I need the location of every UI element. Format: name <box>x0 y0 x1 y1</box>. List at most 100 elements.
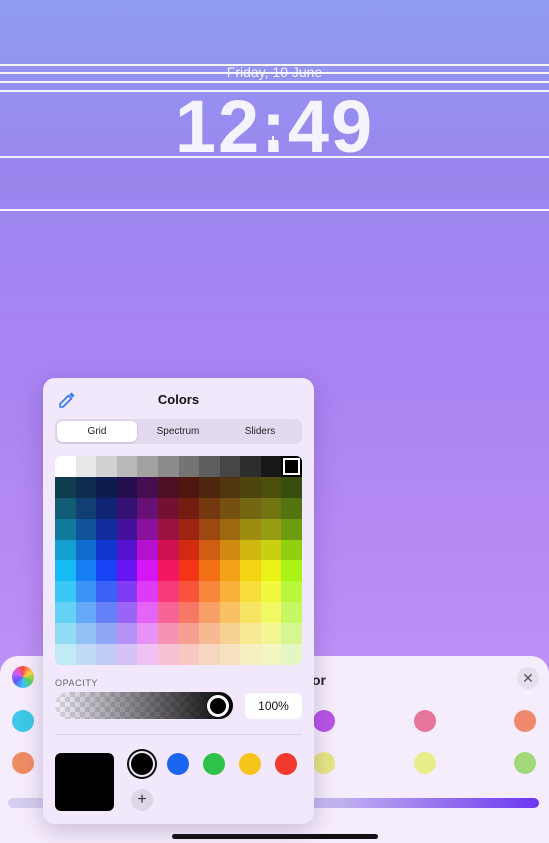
color-grid-cell[interactable] <box>55 602 76 624</box>
color-grid-cell[interactable] <box>75 497 97 519</box>
tab-sliders[interactable]: Sliders <box>220 421 300 442</box>
color-grid-cell[interactable] <box>75 476 97 498</box>
color-grid-cell[interactable] <box>75 644 97 665</box>
color-grid-cell[interactable] <box>260 476 282 498</box>
color-grid-cell[interactable] <box>96 497 117 519</box>
color-grid-cell[interactable] <box>178 456 200 477</box>
color-grid-cell[interactable] <box>219 497 241 519</box>
color-wheel-icon[interactable] <box>12 666 34 688</box>
color-grid-cell[interactable] <box>96 539 117 561</box>
color-grid-cell[interactable] <box>260 602 282 624</box>
color-grid-cell[interactable] <box>199 581 220 603</box>
color-grid-cell[interactable] <box>137 644 158 665</box>
color-grid-cell[interactable] <box>178 560 200 582</box>
color-grid-cell[interactable] <box>240 602 261 624</box>
color-grid[interactable] <box>55 456 302 665</box>
tab-grid[interactable]: Grid <box>57 421 137 442</box>
color-grid-cell[interactable] <box>137 539 158 561</box>
color-grid-cell[interactable] <box>157 623 179 645</box>
color-grid-cell[interactable] <box>281 518 302 540</box>
color-grid-cell[interactable] <box>281 581 302 603</box>
color-grid-cell[interactable] <box>137 623 158 645</box>
tab-spectrum[interactable]: Spectrum <box>138 421 218 442</box>
color-grid-cell[interactable] <box>199 623 220 645</box>
color-grid-cell[interactable] <box>75 456 97 477</box>
sheet-color-swatch[interactable] <box>313 710 335 732</box>
lock-clock[interactable]: 12:49 <box>0 84 549 169</box>
sheet-color-swatch[interactable] <box>12 752 34 774</box>
opacity-value-field[interactable]: 100% <box>245 693 302 719</box>
color-grid-cell[interactable] <box>281 560 302 582</box>
color-grid-cell[interactable] <box>260 518 282 540</box>
color-grid-cell[interactable] <box>260 644 282 665</box>
color-grid-cell[interactable] <box>116 644 138 665</box>
color-grid-cell[interactable] <box>281 476 302 498</box>
color-grid-cell[interactable] <box>219 581 241 603</box>
color-grid-cell[interactable] <box>157 456 179 477</box>
color-grid-cell[interactable] <box>178 497 200 519</box>
color-grid-cell[interactable] <box>178 602 200 624</box>
color-grid-cell[interactable] <box>219 644 241 665</box>
color-grid-cell[interactable] <box>96 623 117 645</box>
color-grid-cell[interactable] <box>240 560 261 582</box>
color-grid-cell[interactable] <box>116 581 138 603</box>
favorite-color-swatch[interactable] <box>275 753 297 775</box>
color-grid-cell[interactable] <box>116 476 138 498</box>
close-icon[interactable]: ✕ <box>517 667 539 689</box>
color-grid-cell[interactable] <box>219 539 241 561</box>
color-grid-cell[interactable] <box>260 560 282 582</box>
color-grid-cell[interactable] <box>55 518 76 540</box>
color-grid-cell[interactable] <box>55 560 76 582</box>
color-grid-cell[interactable] <box>55 497 76 519</box>
color-grid-cell[interactable] <box>75 518 97 540</box>
color-grid-cell[interactable] <box>116 518 138 540</box>
lock-date[interactable]: Friday, 10 June <box>0 64 549 80</box>
color-grid-cell[interactable] <box>116 602 138 624</box>
color-grid-cell[interactable] <box>137 456 158 477</box>
color-grid-cell[interactable] <box>260 581 282 603</box>
color-grid-cell[interactable] <box>240 518 261 540</box>
add-favorite-button[interactable]: + <box>131 789 153 811</box>
color-grid-cell[interactable] <box>281 602 302 624</box>
sheet-color-swatch[interactable] <box>514 710 536 732</box>
color-grid-cell[interactable] <box>75 623 97 645</box>
color-grid-cell[interactable] <box>219 602 241 624</box>
color-grid-cell[interactable] <box>178 644 200 665</box>
sheet-color-swatch[interactable] <box>313 752 335 774</box>
color-grid-cell[interactable] <box>137 560 158 582</box>
color-grid-cell[interactable] <box>240 476 261 498</box>
color-grid-cell[interactable] <box>137 581 158 603</box>
color-grid-cell[interactable] <box>55 456 76 477</box>
color-grid-cell[interactable] <box>137 602 158 624</box>
color-grid-cell[interactable] <box>96 456 117 477</box>
color-grid-cell[interactable] <box>199 456 220 477</box>
sheet-color-swatch[interactable] <box>414 752 436 774</box>
color-grid-cell[interactable] <box>240 539 261 561</box>
color-grid-cell[interactable] <box>199 602 220 624</box>
color-grid-cell[interactable] <box>55 539 76 561</box>
color-grid-cell[interactable] <box>281 456 302 477</box>
color-grid-cell[interactable] <box>96 518 117 540</box>
color-grid-cell[interactable] <box>157 539 179 561</box>
color-grid-cell[interactable] <box>260 539 282 561</box>
color-grid-cell[interactable] <box>96 560 117 582</box>
color-grid-cell[interactable] <box>240 497 261 519</box>
sheet-color-swatch[interactable] <box>414 710 436 732</box>
color-grid-cell[interactable] <box>75 602 97 624</box>
sheet-color-swatch[interactable] <box>12 710 34 732</box>
color-grid-cell[interactable] <box>157 644 179 665</box>
color-grid-cell[interactable] <box>219 518 241 540</box>
color-grid-cell[interactable] <box>116 456 138 477</box>
color-grid-cell[interactable] <box>178 476 200 498</box>
color-grid-cell[interactable] <box>96 581 117 603</box>
color-grid-cell[interactable] <box>219 623 241 645</box>
color-grid-cell[interactable] <box>199 539 220 561</box>
color-grid-cell[interactable] <box>157 497 179 519</box>
color-grid-cell[interactable] <box>240 456 261 477</box>
color-grid-cell[interactable] <box>219 456 241 477</box>
color-grid-cell[interactable] <box>178 539 200 561</box>
color-grid-cell[interactable] <box>219 560 241 582</box>
color-grid-cell[interactable] <box>116 623 138 645</box>
color-grid-cell[interactable] <box>240 581 261 603</box>
favorite-color-swatch[interactable] <box>239 753 261 775</box>
